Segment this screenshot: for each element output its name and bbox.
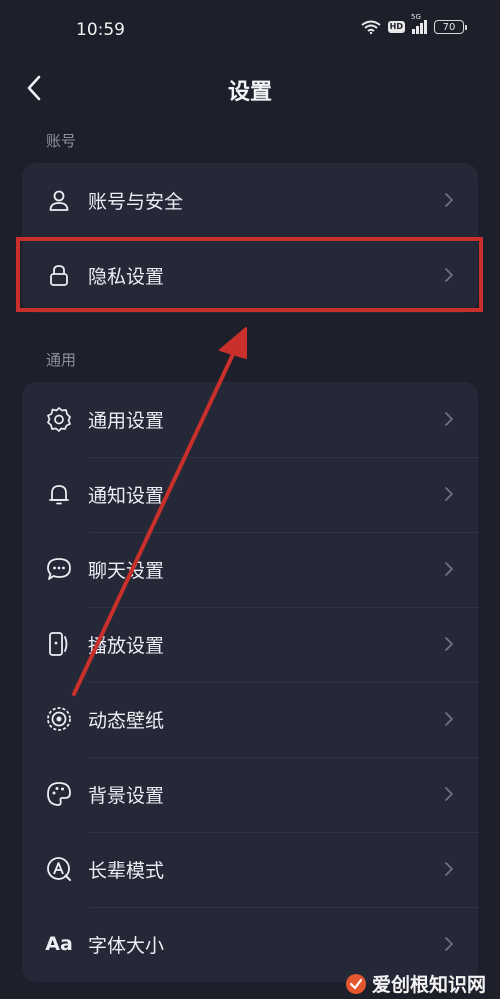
general-card: 通用设置 通知设置 聊天设置 播放设置 动态壁纸 背景设置 长辈模式 Aa 字体… — [22, 382, 478, 982]
status-icons: HD 5G 70 — [361, 13, 467, 34]
section-label-account: 账号 — [46, 132, 77, 150]
settings-row-privacy[interactable]: 隐私设置 — [22, 238, 478, 313]
user-icon — [46, 187, 72, 213]
chevron-right-icon — [445, 637, 453, 651]
chat-bubble-icon — [46, 556, 72, 582]
chevron-right-icon — [445, 193, 453, 207]
dynamic-wallpaper-icon — [46, 706, 72, 732]
chevron-right-icon — [445, 712, 453, 726]
font-size-icon: Aa — [45, 931, 73, 957]
watermark-logo-icon — [345, 973, 366, 994]
signal-icon: 5G — [411, 13, 427, 34]
settings-row-account-security[interactable]: 账号与安全 — [22, 163, 478, 238]
watermark-text: 爱创根知识网 — [371, 974, 486, 996]
section-label-general: 通用 — [46, 351, 77, 369]
chevron-right-icon — [445, 937, 453, 951]
palette-icon — [46, 781, 72, 807]
row-label: 播放设置 — [88, 635, 165, 657]
row-label: 聊天设置 — [88, 560, 165, 582]
row-label: 账号与安全 — [88, 191, 184, 213]
row-label: 通知设置 — [88, 485, 165, 507]
status-bar: 10:59 HD 5G 70 — [0, 0, 500, 64]
settings-row-chat[interactable]: 聊天设置 — [22, 532, 478, 607]
bell-icon — [46, 481, 72, 507]
chevron-right-icon — [445, 268, 453, 282]
row-label: 隐私设置 — [88, 266, 165, 288]
lock-icon — [46, 262, 72, 288]
settings-row-notification[interactable]: 通知设置 — [22, 457, 478, 532]
chevron-right-icon — [445, 787, 453, 801]
row-label: 背景设置 — [88, 785, 165, 807]
page-title: 设置 — [227, 80, 272, 105]
settings-row-playback[interactable]: 播放设置 — [22, 607, 478, 682]
settings-row-general[interactable]: 通用设置 — [22, 382, 478, 457]
nav-bar: 设置 — [0, 64, 500, 112]
gear-icon — [46, 406, 72, 432]
row-label: 长辈模式 — [88, 860, 165, 882]
row-label: 通用设置 — [88, 410, 165, 432]
play-device-icon — [46, 631, 72, 657]
account-card: 账号与安全 隐私设置 — [22, 163, 478, 313]
font-size-glyph: Aa — [45, 933, 73, 955]
elder-mode-icon — [46, 856, 72, 882]
watermark: 爱创根知识网 — [344, 970, 486, 997]
battery-indicator: 70 — [434, 20, 467, 34]
settings-row-background[interactable]: 背景设置 — [22, 757, 478, 832]
hd-badge: HD — [387, 21, 405, 33]
chevron-right-icon — [445, 412, 453, 426]
wifi-icon — [361, 20, 381, 34]
chevron-right-icon — [445, 487, 453, 501]
row-label: 字体大小 — [88, 935, 165, 957]
settings-row-dynamic-wallpaper[interactable]: 动态壁纸 — [22, 682, 478, 757]
chevron-right-icon — [445, 562, 453, 576]
network-badge: 5G — [411, 13, 421, 21]
settings-row-elder-mode[interactable]: 长辈模式 — [22, 832, 478, 907]
status-time: 10:59 — [76, 20, 125, 40]
chevron-right-icon — [445, 862, 453, 876]
row-label: 动态壁纸 — [88, 710, 165, 732]
